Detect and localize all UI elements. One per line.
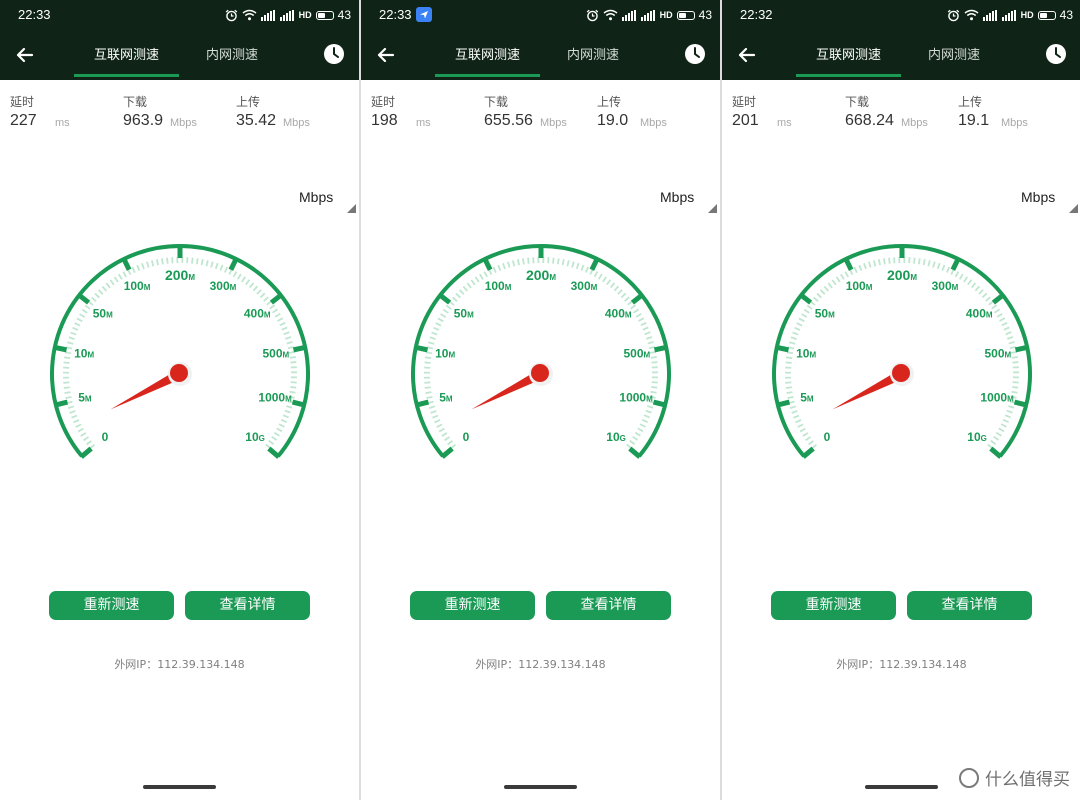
retest-button[interactable]: 重新测速 <box>49 591 174 620</box>
gauge-tick-label: 500M <box>263 347 290 361</box>
gauge-tick-label: 1000M <box>619 391 653 405</box>
gauge-tick-label: 50M <box>815 307 835 321</box>
gauge-major-tick <box>628 446 642 459</box>
speed-gauge: 0 5M 10M 50M 100M 200M 300M 400M 500M 1000M 10G <box>772 244 1032 459</box>
gauge-tick-label: 10M <box>74 347 94 361</box>
gauge-tick-label: 50M <box>93 307 113 321</box>
gauge-tick-label: 400M <box>966 307 993 321</box>
external-ip: 外网IP：112.39.134.148 <box>361 656 720 672</box>
gauge-tick-label: 10M <box>796 347 816 361</box>
gauge-tick-label: 300M <box>571 279 598 293</box>
external-ip: 外网IP：112.39.134.148 <box>0 656 359 672</box>
gauge-major-tick <box>415 399 430 408</box>
gauge-tick-label: 500M <box>624 347 651 361</box>
gauge-tick-label: 400M <box>244 307 271 321</box>
external-ip-value: 112.39.134.148 <box>518 658 606 671</box>
gauge-major-tick <box>989 446 1003 459</box>
external-ip-label: 外网IP： <box>836 658 880 671</box>
gauge-tick-label: 10G <box>606 430 626 444</box>
gauge-major-tick <box>53 344 68 353</box>
gauge-tick-label: 10G <box>245 430 265 444</box>
gauge-tick-label: 50M <box>454 307 474 321</box>
gauge-tick-label: 100M <box>485 279 512 293</box>
external-ip-value: 112.39.134.148 <box>879 658 967 671</box>
watermark-text: 什么值得买 <box>985 770 1070 790</box>
gauge-major-tick <box>440 446 454 459</box>
gauge-tick-label: 200M <box>887 267 917 283</box>
watermark-logo-icon <box>959 767 979 788</box>
gauge-tick-label: 5M <box>439 391 453 405</box>
speed-gauge: 0 5M 10M 50M 100M 200M 300M 400M 500M 1000M 10G <box>411 244 671 459</box>
external-ip-label: 外网IP： <box>114 658 158 671</box>
retest-button[interactable]: 重新测速 <box>771 591 896 620</box>
gauge-major-tick <box>79 446 93 459</box>
gauge-major-tick <box>121 256 132 271</box>
home-indicator[interactable] <box>143 785 216 789</box>
gauge-minor-ticks <box>424 257 658 450</box>
external-ip: 外网IP：112.39.134.148 <box>722 656 1080 672</box>
external-ip-value: 112.39.134.148 <box>157 658 245 671</box>
gauge-major-tick <box>54 399 69 408</box>
gauge-major-tick <box>843 256 854 271</box>
gauge-major-tick <box>414 344 429 353</box>
gauge-hub <box>892 364 910 382</box>
gauge-major-tick <box>1014 344 1029 353</box>
gauge-tick-label: 10M <box>435 347 455 361</box>
speedtest-screen-3: 22:32 HD 43 互联网测速 内网测速 延时 201 ms 下载 668.… <box>722 0 1080 800</box>
view-details-button[interactable]: 查看详情 <box>546 591 671 620</box>
external-ip-label: 外网IP： <box>475 658 519 671</box>
gauge-major-tick <box>798 292 813 305</box>
gauge-major-tick <box>776 399 791 408</box>
gauge-major-tick <box>291 399 306 408</box>
gauge-major-tick <box>76 292 91 305</box>
gauge-tick-label: 300M <box>932 279 959 293</box>
gauge-major-tick <box>482 256 493 271</box>
gauge-tick-label: 100M <box>124 279 151 293</box>
gauge-major-tick <box>589 256 600 271</box>
gauge-major-tick <box>437 292 452 305</box>
gauge-minor-ticks <box>63 257 297 450</box>
watermark: 什么值得买 <box>959 765 1070 790</box>
gauge-tick-label: 200M <box>526 267 556 283</box>
gauge-major-tick <box>991 292 1006 305</box>
gauge-major-tick <box>801 446 815 459</box>
gauge-major-tick <box>292 344 307 353</box>
gauge-tick-label: 5M <box>78 391 92 405</box>
view-details-button[interactable]: 查看详情 <box>907 591 1032 620</box>
gauge-minor-ticks <box>785 257 1019 450</box>
gauge-major-tick <box>653 344 668 353</box>
gauge-major-tick <box>1013 399 1028 408</box>
gauge-hub <box>170 364 188 382</box>
gauge-major-tick <box>652 399 667 408</box>
gauge-major-tick <box>269 292 284 305</box>
gauge-major-tick <box>950 256 961 271</box>
speed-gauge: 0 5M 10M 50M 100M 200M 300M 400M 500M 1000M 10G <box>50 244 310 459</box>
retest-button[interactable]: 重新测速 <box>410 591 535 620</box>
gauge-major-tick <box>630 292 645 305</box>
gauge-tick-label: 0 <box>463 430 470 444</box>
gauge-tick-label: 300M <box>210 279 237 293</box>
gauge-major-tick <box>228 256 239 271</box>
view-details-button[interactable]: 查看详情 <box>185 591 310 620</box>
gauge-major-tick <box>267 446 281 459</box>
home-indicator[interactable] <box>865 785 938 789</box>
speedtest-screen-1: 22:33 HD 43 互联网测速 内网测速 延时 227 ms 下载 963.… <box>0 0 359 800</box>
gauge-tick-label: 100M <box>846 279 873 293</box>
gauge-tick-label: 5M <box>800 391 814 405</box>
gauge-tick-label: 400M <box>605 307 632 321</box>
gauge-tick-label: 0 <box>102 430 109 444</box>
home-indicator[interactable] <box>504 785 577 789</box>
gauge-tick-label: 0 <box>824 430 831 444</box>
gauge-tick-label: 1000M <box>258 391 292 405</box>
gauge-tick-label: 10G <box>967 430 987 444</box>
gauge-hub <box>531 364 549 382</box>
gauge-tick-label: 500M <box>985 347 1012 361</box>
gauge-tick-label: 1000M <box>980 391 1014 405</box>
gauge-major-tick <box>775 344 790 353</box>
gauge-tick-label: 200M <box>165 267 195 283</box>
speedtest-screen-2: 22:33 HD 43 互联网测速 内网测速 延时 198 ms 下载 655.… <box>361 0 720 800</box>
